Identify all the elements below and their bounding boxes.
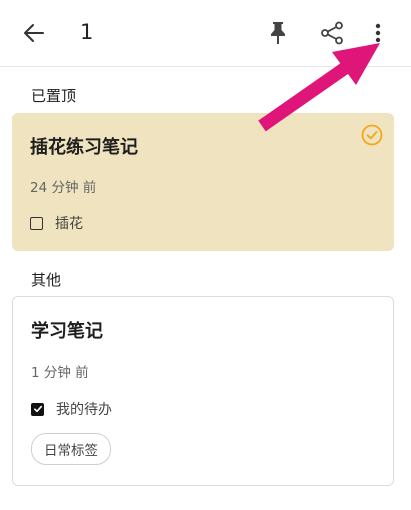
unchecked-box-icon (30, 216, 43, 230)
note-title: 学习笔记 (31, 321, 103, 342)
back-arrow-icon[interactable] (20, 19, 48, 47)
todo-item: 插花 (30, 213, 83, 233)
pinned-note-card[interactable]: 插花练习笔记 24 分钟 前 插花 (12, 113, 394, 251)
top-bar: 1 (0, 0, 411, 67)
pin-icon[interactable] (264, 19, 292, 47)
more-vertical-icon[interactable] (366, 19, 390, 47)
selected-check-icon (361, 124, 383, 146)
todo-item: 我的待办 (31, 399, 112, 419)
selected-count: 1 (80, 20, 94, 44)
note-time: 24 分钟 前 (30, 180, 97, 196)
pinned-section-label: 已置顶 (31, 87, 77, 105)
todo-label: 我的待办 (56, 402, 112, 418)
note-time: 1 分钟 前 (31, 365, 89, 381)
other-section-label: 其他 (31, 271, 62, 289)
note-tag[interactable]: 日常标签 (31, 433, 111, 465)
share-icon[interactable] (318, 19, 346, 47)
todo-label: 插花 (55, 216, 83, 232)
other-note-card[interactable]: 学习笔记 1 分钟 前 我的待办 日常标签 (12, 296, 394, 486)
checked-box-icon (31, 402, 44, 416)
note-title: 插花练习笔记 (30, 137, 138, 158)
